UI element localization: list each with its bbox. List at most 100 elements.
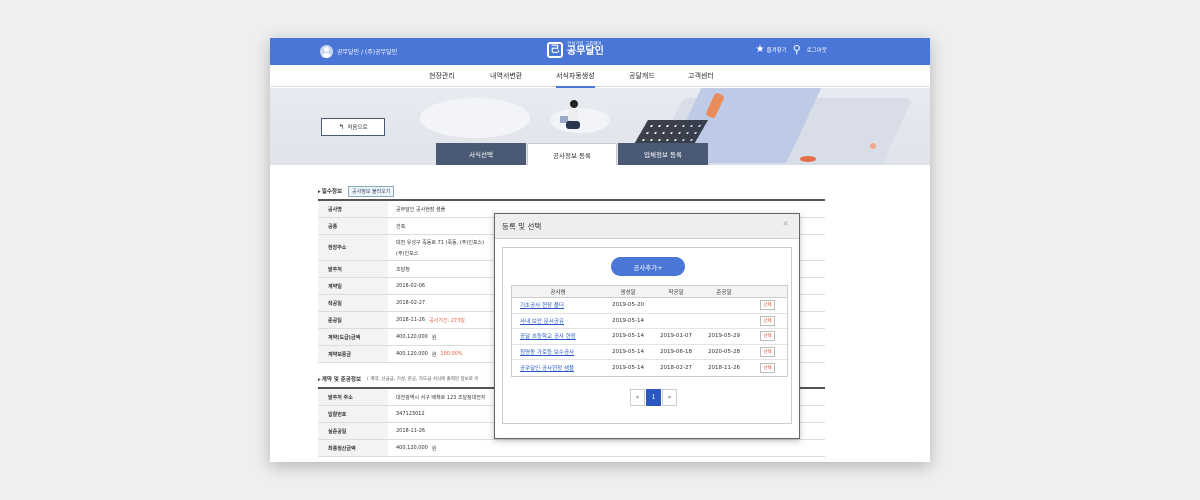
unit-label: 원 — [431, 445, 437, 452]
created-date: 2019-05-14 — [612, 348, 644, 355]
select-button[interactable]: 선택 — [760, 300, 775, 311]
field-label: 공사명 — [318, 201, 388, 217]
project-link[interactable]: 사내 보안 문서공유 — [520, 319, 564, 325]
tab-company-info[interactable]: 업체정보 등록 — [618, 143, 708, 165]
project-link[interactable]: 기초공사 현장 폴더 — [520, 303, 564, 309]
select-button[interactable]: 선택 — [760, 315, 775, 326]
nav-item-support[interactable]: 고객센터 — [688, 71, 714, 81]
field-label: 준공일 — [318, 312, 388, 328]
column-header: 착공일 — [668, 289, 684, 296]
main-nav: 현장관리 내역서변환 서식자동생성 공달캐드 고객센터 — [270, 65, 930, 88]
end-date: 2018-11-26 — [708, 364, 740, 371]
logo-title: 공무달인 — [567, 46, 604, 58]
duration-note: 공사기간: 273일 — [429, 317, 465, 324]
field-value[interactable]: 건축 — [396, 223, 405, 230]
back-to-start-label: 처음으로 — [347, 125, 368, 131]
start-date: 2018-02-27 — [660, 364, 692, 371]
select-button[interactable]: 선택 — [760, 346, 775, 357]
logo-icon: 己 — [547, 42, 563, 58]
field-value[interactable]: 2018-02-27 — [396, 300, 425, 306]
unit-label: 원 — [431, 351, 437, 358]
field-value[interactable]: 2018-11-26 — [396, 317, 425, 323]
select-button[interactable]: 선택 — [760, 362, 775, 373]
field-label: 입찰번호 — [318, 406, 388, 422]
field-value[interactable]: 2018-02-06 — [396, 283, 425, 289]
prev-page-button[interactable]: « — [630, 389, 645, 406]
next-page-button[interactable]: » — [662, 389, 677, 406]
page-1-button[interactable]: 1 — [646, 389, 661, 406]
column-header: 준공일 — [716, 289, 732, 296]
section-note: ( 계약, 선급금, 기성, 준공, 하도급 서식에 출력된 정보로 이 — [367, 377, 479, 382]
tab-form-select[interactable]: 서식선택 — [436, 143, 526, 165]
close-icon[interactable]: × — [782, 219, 789, 228]
select-button[interactable]: 선택 — [760, 331, 775, 342]
project-link[interactable]: 공무달인 공사현장 샘플 — [520, 366, 574, 372]
table-row: 청명동 가로등 보수공사 2019-05-14 2019-06-18 2020-… — [512, 345, 787, 360]
field-value[interactable]: 400,120,000 — [396, 351, 428, 357]
column-header: 공사명 — [550, 289, 566, 296]
table-row: 기초공사 현장 폴더 2019-05-20 선택 — [512, 298, 787, 314]
modal-body: 공사추가+ 공사명 생성일 착공일 준공일 기초공사 현장 폴더 2019-05… — [502, 247, 792, 424]
field-value[interactable]: 400,120,000 — [396, 445, 428, 451]
field-label: 계약(도급)금액 — [318, 329, 388, 345]
column-header: 생성일 — [620, 289, 636, 296]
field-label: 실준공일 — [318, 423, 388, 439]
person-legs — [566, 121, 580, 129]
cloud-shape — [550, 108, 610, 133]
person-illustration — [570, 100, 578, 108]
add-project-button[interactable]: 공사추가+ — [611, 257, 685, 276]
logo[interactable]: 己 건설기업 그룹웨어 공무달인 — [547, 42, 604, 58]
field-label: 착공일 — [318, 295, 388, 311]
back-to-start-button[interactable]: ↰ 처음으로 — [321, 118, 385, 136]
project-table: 공사명 생성일 착공일 준공일 기초공사 현장 폴더 2019-05-20 선택… — [511, 285, 788, 377]
modal-title: 등록 및 선택 — [502, 221, 542, 231]
field-label: 계약보증금 — [318, 346, 388, 362]
table-header: 공사명 생성일 착공일 준공일 — [512, 286, 787, 298]
field-label: 현장주소 — [318, 235, 388, 260]
logout-button[interactable]: 로그아웃 — [807, 46, 827, 54]
field-label: 최종정산금액 — [318, 440, 388, 456]
tab-project-info[interactable]: 공사정보 등록 — [527, 143, 617, 165]
field-value[interactable]: 공무달인 공사현장 샘플 — [396, 206, 445, 213]
avatar — [320, 45, 333, 58]
created-date: 2019-05-14 — [612, 333, 644, 340]
created-date: 2019-05-14 — [612, 364, 644, 371]
project-link[interactable]: 공달 초등학교 공사 현장 — [520, 334, 576, 340]
user-name: 공무달인 / (주)공무달인 — [337, 49, 398, 56]
search-icon[interactable]: ⚲ — [793, 44, 801, 55]
nav-item-forms[interactable]: 서식자동생성 — [556, 71, 595, 88]
created-date: 2019-05-14 — [612, 317, 644, 324]
nav-item-cad[interactable]: 공달캐드 — [629, 71, 655, 81]
end-date: 2019-05-29 — [708, 333, 740, 340]
section-title-required: 필수정보 — [318, 187, 342, 195]
project-link[interactable]: 청명동 가로등 보수공사 — [520, 350, 574, 356]
user-info[interactable]: 공무달인 / (주)공무달인 — [320, 45, 397, 58]
field-label: 계약일 — [318, 278, 388, 294]
load-project-button[interactable]: 공사정보 불러오기 — [348, 185, 395, 197]
pagination: « 1 » — [630, 389, 677, 406]
cloud-shape — [420, 98, 530, 138]
field-value-detail[interactable]: (주)인포스 — [396, 250, 484, 257]
bookmark-label: 즐겨찾기 — [766, 48, 787, 54]
bookmark-button[interactable]: ★ 즐겨찾기 — [755, 45, 786, 55]
return-arrow-icon: ↰ — [338, 123, 345, 131]
field-value[interactable]: 대전광역시 서구 배재로 123 조달청대전지 — [396, 394, 486, 401]
nav-item-convert[interactable]: 내역서변환 — [490, 71, 522, 81]
created-date: 2019-05-20 — [612, 302, 644, 309]
person-body — [568, 108, 578, 122]
start-date: 2019-01-07 — [660, 333, 692, 340]
field-value[interactable]: 2018-11-26 — [396, 428, 425, 434]
field-value[interactable]: 400,120,000 — [396, 334, 428, 340]
register-select-modal: 등록 및 선택 × 공사추가+ 공사명 생성일 착공일 준공일 기초공사 현장 … — [494, 213, 800, 439]
field-value[interactable]: 조달청 — [396, 266, 410, 273]
top-bar: 공무달인 / (주)공무달인 己 건설기업 그룹웨어 공무달인 ★ 즐겨찾기 ⚲… — [270, 38, 930, 65]
start-date: 2019-06-18 — [660, 348, 692, 355]
field-label: 공종 — [318, 218, 388, 234]
field-label: 발주처 주소 — [318, 389, 388, 405]
field-value[interactable]: 347123012 — [396, 411, 425, 417]
percent-note: 100.00% — [440, 351, 463, 357]
nav-item-site[interactable]: 현장관리 — [429, 71, 455, 81]
field-value[interactable]: 대전 유성구 죽동로 71 (죽동, (주)인포스) — [396, 239, 484, 246]
table-row: 공달 초등학교 공사 현장 2019-05-14 2019-01-07 2019… — [512, 329, 787, 345]
unit-label: 원 — [431, 334, 437, 341]
